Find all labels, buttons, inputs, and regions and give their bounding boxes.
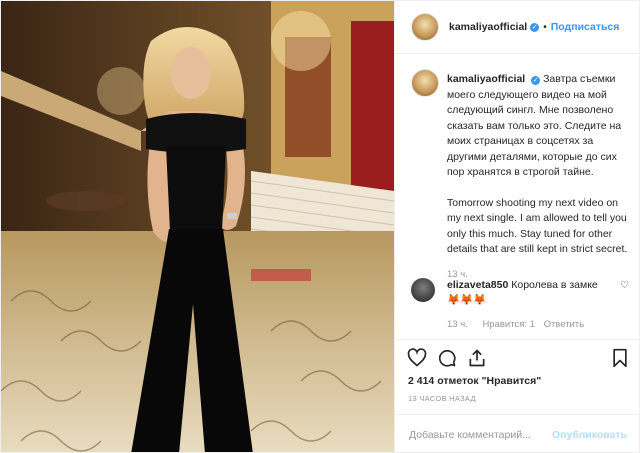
caption-ru: Завтра съемки моего следующего видео на … xyxy=(447,73,622,178)
caption-text: kamaliyaofficial ✓ Завтра съемки моего с… xyxy=(447,72,633,282)
follow-button[interactable]: Подписаться xyxy=(551,21,620,33)
username[interactable]: kamaliyaofficial xyxy=(449,21,527,33)
separator-dot: • xyxy=(543,21,547,33)
comment-avatar[interactable] xyxy=(411,278,435,302)
verified-icon: ✓ xyxy=(531,76,541,85)
comment-text: elizaveta850 Королева в замке 🦊🦊🦊 13 ч. … xyxy=(447,278,617,332)
reply-button[interactable]: Ответить xyxy=(544,319,585,330)
post-time[interactable]: 13 ЧАСОВ НАЗАД xyxy=(408,394,476,403)
instagram-post: kamaliyaofficial ✓ • Подписаться kamaliy… xyxy=(0,0,640,453)
avatar[interactable] xyxy=(411,13,439,41)
caption-username[interactable]: kamaliyaofficial xyxy=(447,73,525,85)
comment-emojis: 🦊🦊🦊 xyxy=(447,294,487,306)
bookmark-icon[interactable] xyxy=(611,348,629,368)
verified-icon: ✓ xyxy=(530,22,540,32)
comment-heart-icon[interactable]: ♡ xyxy=(620,280,629,291)
post-sidebar: kamaliyaofficial ✓ • Подписаться kamaliy… xyxy=(394,1,639,452)
add-comment-bar: Добавьте комментарий... Опубликовать xyxy=(395,414,639,452)
comment-icon[interactable] xyxy=(437,348,457,368)
comment-likes[interactable]: Нравится: 1 xyxy=(482,319,534,330)
caption-avatar[interactable] xyxy=(411,69,439,97)
caption-en: Tomorrow shooting my next video on my ne… xyxy=(447,196,628,256)
share-icon[interactable] xyxy=(467,348,487,368)
publish-button[interactable]: Опубликовать xyxy=(552,429,627,441)
comment-time[interactable]: 13 ч. xyxy=(447,319,468,330)
post-photo[interactable] xyxy=(1,1,394,452)
comment-body: Королева в замке xyxy=(511,279,598,291)
comment-username[interactable]: elizaveta850 xyxy=(447,279,508,291)
action-bar xyxy=(395,339,639,368)
photo-illustration xyxy=(1,1,394,452)
heart-icon[interactable] xyxy=(407,348,427,368)
comment-input[interactable]: Добавьте комментарий... xyxy=(409,429,531,441)
post-header: kamaliyaofficial ✓ • Подписаться xyxy=(395,1,639,54)
likes-count[interactable]: 2 414 отметок "Нравится" xyxy=(408,375,541,387)
